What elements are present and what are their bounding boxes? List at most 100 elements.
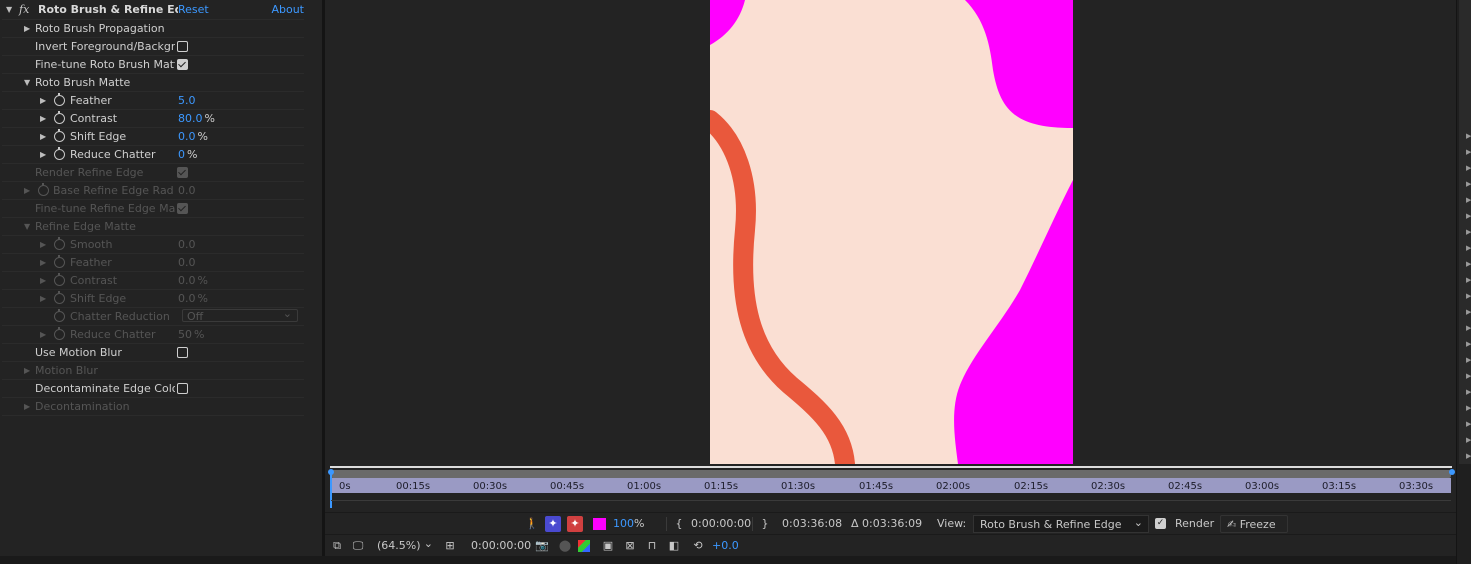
zoom-dropdown[interactable]: (64.5%) ⌄ (375, 537, 437, 555)
expand-triangle-icon[interactable]: ▶ (1466, 308, 1471, 316)
motion-blur-checkbox[interactable] (177, 347, 188, 358)
camera-icon[interactable]: 📷 (534, 538, 550, 554)
expand-triangle-icon[interactable]: ▶ (1466, 340, 1471, 348)
prop-refine-edge-matte-group[interactable]: ▼ Refine Edge Matte (2, 218, 304, 236)
transparency-grid-icon[interactable]: ⊠ (622, 538, 638, 554)
prop-decontamination-group[interactable]: ▶ Decontamination (2, 398, 304, 416)
expand-triangle-icon[interactable]: ▶ (40, 272, 46, 289)
expand-triangle-icon[interactable]: ▶ (1466, 324, 1471, 332)
stopwatch-icon[interactable] (54, 327, 65, 340)
expand-triangle-icon[interactable]: ▶ (24, 398, 30, 415)
expand-triangle-icon[interactable]: ▶ (1466, 148, 1471, 156)
stopwatch-icon[interactable] (54, 309, 65, 322)
expand-triangle-icon[interactable]: ▶ (1466, 372, 1471, 380)
expand-triangle-icon[interactable]: ▶ (1466, 244, 1471, 252)
stopwatch-icon[interactable] (54, 129, 65, 142)
out-point-time[interactable]: 0:03:36:08 (782, 516, 842, 532)
stopwatch-icon[interactable] (54, 111, 65, 124)
shift-edge-value[interactable]: 0.0% (178, 128, 208, 145)
expand-triangle-icon[interactable]: ▶ (40, 146, 46, 163)
composition-viewer[interactable] (325, 0, 1456, 464)
composition-canvas[interactable] (710, 0, 1073, 464)
expand-triangle-icon[interactable]: ▶ (24, 182, 30, 199)
expand-triangle-icon[interactable]: ▶ (1466, 196, 1471, 204)
expand-triangle-icon[interactable]: ▶ (40, 236, 46, 253)
re-contrast-value[interactable]: 0.0% (178, 272, 208, 289)
collapse-triangle-icon[interactable]: ▼ (24, 218, 30, 235)
re-reduce-chatter-value[interactable]: 50% (178, 326, 204, 343)
invert-checkbox[interactable] (177, 41, 188, 52)
playhead[interactable] (330, 472, 332, 508)
expand-triangle-icon[interactable]: ▶ (40, 290, 46, 307)
chatter-reduction-dropdown[interactable]: Off (182, 307, 298, 323)
expand-triangle-icon[interactable]: ▶ (40, 128, 46, 145)
stopwatch-icon[interactable] (54, 273, 65, 286)
in-point-time[interactable]: 0:00:00:00 (691, 516, 751, 532)
decontaminate-checkbox[interactable] (177, 383, 188, 394)
work-area-bar[interactable] (331, 470, 1451, 478)
expand-triangle-icon[interactable]: ▶ (40, 254, 46, 271)
expand-triangle-icon[interactable]: ▶ (1466, 404, 1471, 412)
freeze-button[interactable]: ✍ Freeze (1220, 515, 1288, 533)
color-channels-icon[interactable] (578, 540, 590, 552)
layer-timeline[interactable]: 0s 00:15s 00:30s 00:45s 01:00s 01:15s 01… (325, 464, 1456, 512)
expand-triangle-icon[interactable]: ▶ (1466, 276, 1471, 284)
prop-roto-matte-group[interactable]: ▼ Roto Brush Matte (2, 74, 304, 92)
in-point-icon[interactable]: { (671, 516, 687, 532)
finetune-refine-checkbox[interactable] (177, 203, 188, 214)
stopwatch-icon[interactable] (54, 255, 65, 268)
re-feather-value[interactable]: 0.0 (178, 254, 196, 271)
show-snapshot-icon[interactable]: ⬤ (557, 538, 573, 554)
fast-previews-icon[interactable]: ◧ (666, 538, 682, 554)
prop-roto-propagation[interactable]: ▶ Roto Brush Propagation (2, 20, 304, 38)
expand-triangle-icon[interactable]: ▶ (1466, 452, 1471, 460)
collapse-triangle-icon[interactable]: ▼ (6, 0, 12, 19)
expand-triangle-icon[interactable]: ▶ (1466, 164, 1471, 172)
stopwatch-icon[interactable] (54, 291, 65, 304)
stopwatch-icon[interactable] (38, 183, 49, 196)
playhead-handle[interactable] (328, 469, 334, 475)
re-smooth-value[interactable]: 0.0 (178, 236, 196, 253)
expand-triangle-icon[interactable]: ▶ (24, 20, 30, 37)
stopwatch-icon[interactable] (54, 237, 65, 250)
region-of-interest-icon[interactable]: ▣ (600, 538, 616, 554)
safe-margins-icon[interactable]: ⊞ (442, 538, 458, 554)
out-point-icon[interactable]: } (757, 516, 773, 532)
overlay-color-swatch[interactable] (593, 518, 606, 530)
overlay-opacity-value[interactable]: 100 (613, 516, 634, 532)
3d-view-icon[interactable]: ⊓ (644, 538, 660, 554)
expand-triangle-icon[interactable]: ▶ (40, 92, 46, 109)
expand-triangle-icon[interactable]: ▶ (1466, 388, 1471, 396)
re-shift-edge-value[interactable]: 0.0% (178, 290, 208, 307)
render-checkbox[interactable]: ✓ (1155, 518, 1166, 529)
view-dropdown[interactable]: Roto Brush & Refine Edge ⌄ (973, 515, 1149, 533)
exposure-value[interactable]: +0.0 (712, 538, 739, 554)
work-area-end-handle[interactable] (1449, 469, 1455, 475)
expand-triangle-icon[interactable]: ▶ (1466, 180, 1471, 188)
expand-triangle-icon[interactable]: ▶ (1466, 356, 1471, 364)
expand-triangle-icon[interactable]: ▶ (1466, 212, 1471, 220)
base-refine-radius-value[interactable]: 0.0 (178, 182, 196, 199)
time-ruler[interactable]: 0s 00:15s 00:30s 00:45s 01:00s 01:15s 01… (331, 478, 1451, 493)
about-link[interactable]: About (271, 0, 304, 19)
contrast-value[interactable]: 80.0% (178, 110, 215, 127)
stopwatch-icon[interactable] (54, 147, 65, 160)
expand-triangle-icon[interactable]: ▶ (1466, 420, 1471, 428)
feather-value[interactable]: 5.0 (178, 92, 196, 109)
stopwatch-icon[interactable] (54, 93, 65, 106)
collapse-triangle-icon[interactable]: ▼ (24, 74, 30, 91)
current-timecode[interactable]: 0:00:00:00 (471, 538, 531, 554)
reset-link[interactable]: Reset (178, 0, 209, 19)
person-icon[interactable]: 🚶 (524, 516, 540, 532)
expand-triangle-icon[interactable]: ▶ (40, 326, 46, 343)
monitor-icon[interactable]: 🖵 (350, 538, 366, 554)
alpha-boundary-icon[interactable]: ✦ (567, 516, 583, 532)
finetune-roto-checkbox[interactable] (177, 59, 188, 70)
effect-header[interactable]: ▼ fx Roto Brush & Refine Edge Reset Abou… (2, 0, 304, 20)
always-preview-icon[interactable]: ⧉ (329, 538, 345, 554)
render-refine-checkbox[interactable] (177, 167, 188, 178)
prop-motion-blur-group[interactable]: ▶ Motion Blur (2, 362, 304, 380)
reduce-chatter-value[interactable]: 0% (178, 146, 197, 163)
expand-triangle-icon[interactable]: ▶ (1466, 436, 1471, 444)
expand-triangle-icon[interactable]: ▶ (1466, 260, 1471, 268)
